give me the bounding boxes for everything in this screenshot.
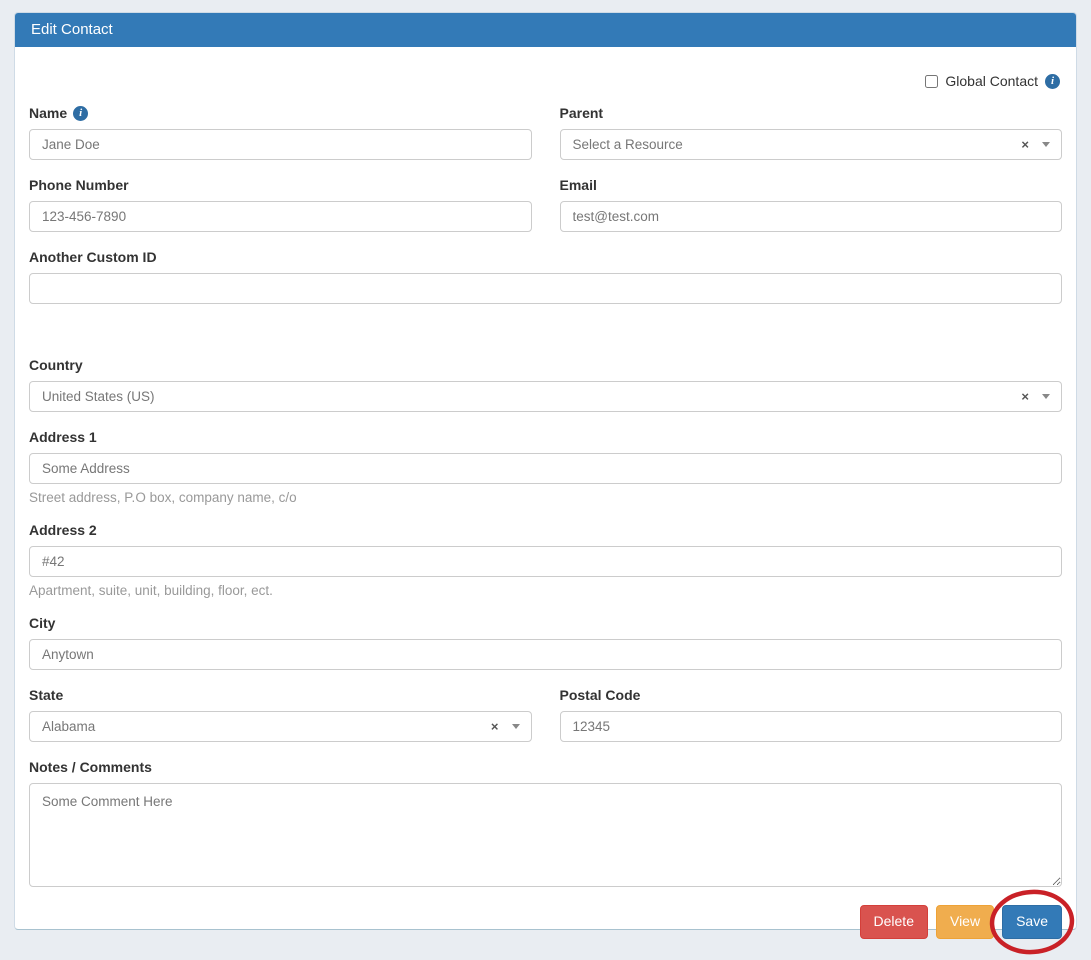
parent-label: Parent: [560, 105, 604, 121]
state-select[interactable]: Alabama ×: [29, 711, 532, 742]
row-state-postal: State Alabama × Postal Code: [15, 687, 1076, 759]
notes-field-group: Notes / Comments Some Comment Here: [29, 759, 1062, 887]
name-field-group: Name i: [29, 105, 532, 160]
custom-id-label: Another Custom ID: [29, 249, 157, 265]
country-label: Country: [29, 357, 83, 373]
parent-select-value: Select a Resource: [573, 137, 1022, 152]
country-select-value: United States (US): [42, 389, 1021, 404]
global-contact-info-icon[interactable]: i: [1045, 74, 1060, 89]
address2-help-text: Apartment, suite, unit, building, floor,…: [29, 583, 1062, 598]
row-name-parent: Name i Parent Select a Resource ×: [15, 105, 1076, 177]
notes-textarea[interactable]: Some Comment Here: [29, 783, 1062, 887]
state-label: State: [29, 687, 63, 703]
address1-field-group: Address 1 Street address, P.O box, compa…: [29, 429, 1062, 505]
notes-label: Notes / Comments: [29, 759, 152, 775]
clear-x-icon[interactable]: ×: [491, 720, 499, 733]
country-field-group: Country United States (US) ×: [29, 357, 1062, 412]
city-label: City: [29, 615, 55, 631]
panel-body: Global Contact i Name i Parent Select a …: [15, 47, 1076, 945]
address2-field-group: Address 2 Apartment, suite, unit, buildi…: [29, 522, 1062, 598]
delete-button[interactable]: Delete: [860, 905, 928, 939]
parent-select[interactable]: Select a Resource ×: [560, 129, 1063, 160]
postal-input[interactable]: [560, 711, 1063, 742]
global-contact-label: Global Contact: [945, 73, 1038, 89]
postal-label: Postal Code: [560, 687, 641, 703]
parent-field-group: Parent Select a Resource ×: [560, 105, 1063, 160]
clear-x-icon[interactable]: ×: [1021, 138, 1029, 151]
email-field-group: Email: [560, 177, 1063, 232]
global-contact-checkbox[interactable]: [925, 75, 938, 88]
name-label: Name i: [29, 105, 88, 121]
postal-field-group: Postal Code: [560, 687, 1063, 742]
email-input[interactable]: [560, 201, 1063, 232]
save-button[interactable]: Save: [1002, 905, 1062, 939]
chevron-down-icon: [1042, 394, 1050, 399]
address2-label: Address 2: [29, 522, 97, 538]
action-button-row: Delete View Save: [29, 905, 1062, 939]
phone-input[interactable]: [29, 201, 532, 232]
chevron-down-icon: [1042, 142, 1050, 147]
view-button[interactable]: View: [936, 905, 994, 939]
address2-input[interactable]: [29, 546, 1062, 577]
section-spacer: [29, 321, 1062, 357]
phone-label: Phone Number: [29, 177, 129, 193]
address1-help-text: Street address, P.O box, company name, c…: [29, 490, 1062, 505]
save-button-wrap: Save: [1002, 905, 1062, 939]
custom-id-field-group: Another Custom ID: [29, 249, 1062, 304]
address1-label: Address 1: [29, 429, 97, 445]
name-info-icon[interactable]: i: [73, 106, 88, 121]
global-contact-row: Global Contact i: [29, 73, 1060, 89]
panel-header: Edit Contact: [15, 13, 1076, 47]
row-phone-email: Phone Number Email: [15, 177, 1076, 249]
chevron-down-icon: [512, 724, 520, 729]
phone-field-group: Phone Number: [29, 177, 532, 232]
city-field-group: City: [29, 615, 1062, 670]
city-input[interactable]: [29, 639, 1062, 670]
country-select[interactable]: United States (US) ×: [29, 381, 1062, 412]
state-select-value: Alabama: [42, 719, 491, 734]
panel-title: Edit Contact: [31, 21, 113, 38]
name-input[interactable]: [29, 129, 532, 160]
edit-contact-panel: Edit Contact Global Contact i Name i Par…: [14, 12, 1077, 930]
clear-x-icon[interactable]: ×: [1021, 390, 1029, 403]
address1-input[interactable]: [29, 453, 1062, 484]
email-label: Email: [560, 177, 597, 193]
custom-id-input[interactable]: [29, 273, 1062, 304]
state-field-group: State Alabama ×: [29, 687, 532, 742]
